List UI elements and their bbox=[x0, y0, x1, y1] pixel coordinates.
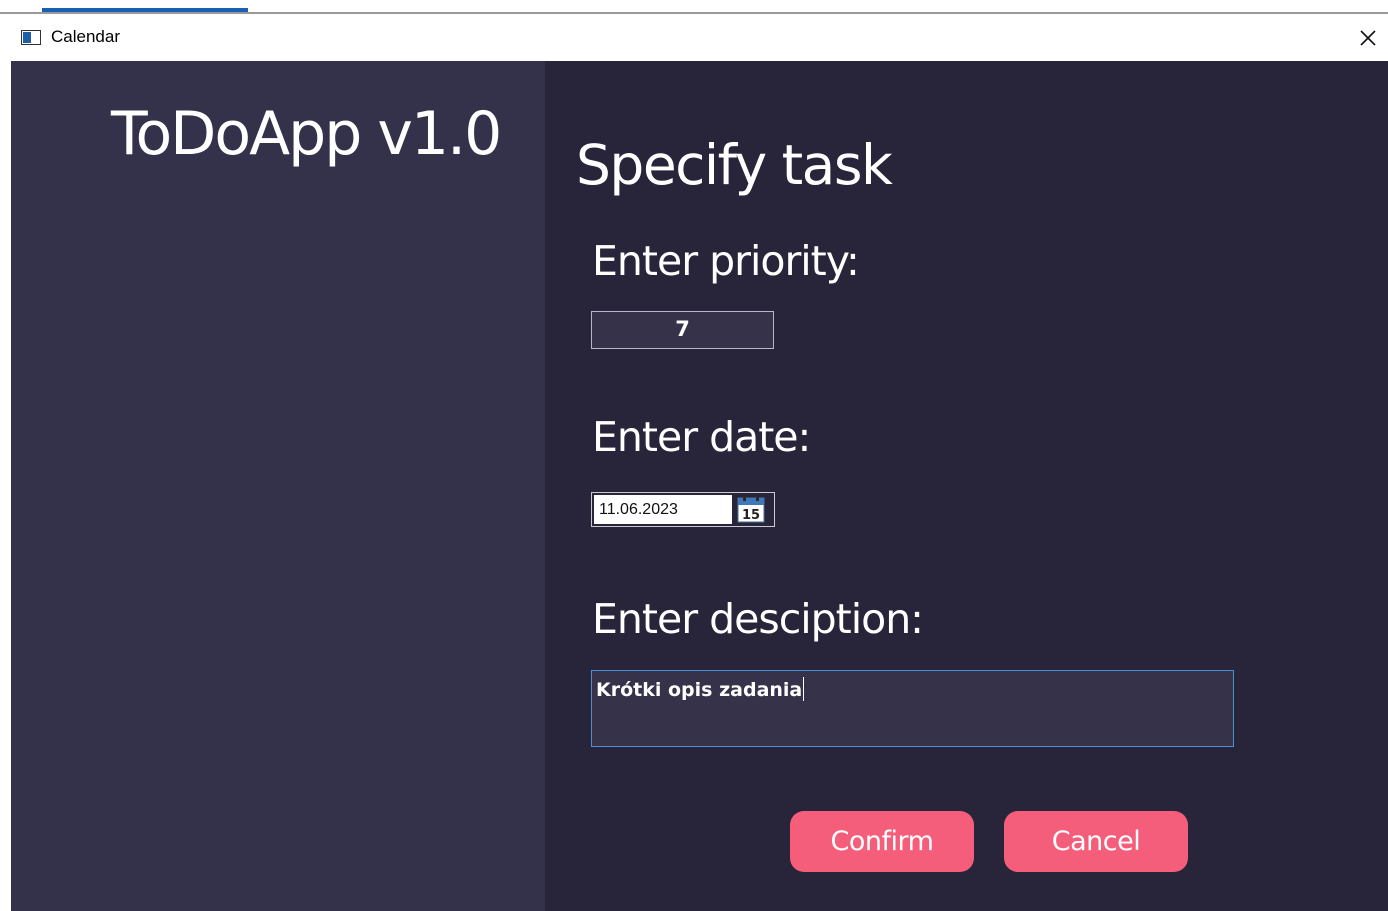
cancel-button[interactable]: Cancel bbox=[1004, 811, 1188, 872]
date-label: Enter date: bbox=[592, 413, 811, 461]
confirm-button[interactable]: Confirm bbox=[790, 811, 974, 872]
calendar-icon-day: 15 bbox=[742, 508, 760, 523]
task-form: Specify task Enter priority: 7 Enter dat… bbox=[545, 61, 1388, 911]
window-title: Calendar bbox=[51, 27, 120, 46]
sidebar: ToDoApp v1.0 bbox=[11, 61, 545, 911]
description-text: Krótki opis zadania bbox=[596, 679, 803, 701]
calendar-icon: 15 bbox=[737, 496, 765, 523]
close-button[interactable] bbox=[1348, 20, 1388, 56]
page-title: Specify task bbox=[576, 133, 893, 197]
background-window-strip bbox=[0, 0, 1388, 14]
priority-label: Enter priority: bbox=[592, 237, 860, 285]
calendar-button[interactable]: 15 bbox=[737, 496, 765, 523]
description-label: Enter desciption: bbox=[592, 595, 924, 643]
app-title: ToDoApp v1.0 bbox=[111, 99, 502, 169]
window-app-icon bbox=[21, 30, 41, 45]
date-picker[interactable]: 11.06.2023 15 bbox=[591, 492, 775, 527]
date-input[interactable]: 11.06.2023 bbox=[594, 495, 732, 524]
title-bar: Calendar bbox=[11, 14, 1388, 61]
priority-input[interactable]: 7 bbox=[591, 311, 774, 349]
text-caret bbox=[803, 677, 805, 701]
close-icon bbox=[1360, 30, 1376, 46]
description-input[interactable]: Krótki opis zadania bbox=[591, 670, 1234, 747]
window-content: ToDoApp v1.0 Specify task Enter priority… bbox=[11, 61, 1388, 911]
calendar-window: Calendar ToDoApp v1.0 Specify task Enter… bbox=[11, 14, 1388, 911]
